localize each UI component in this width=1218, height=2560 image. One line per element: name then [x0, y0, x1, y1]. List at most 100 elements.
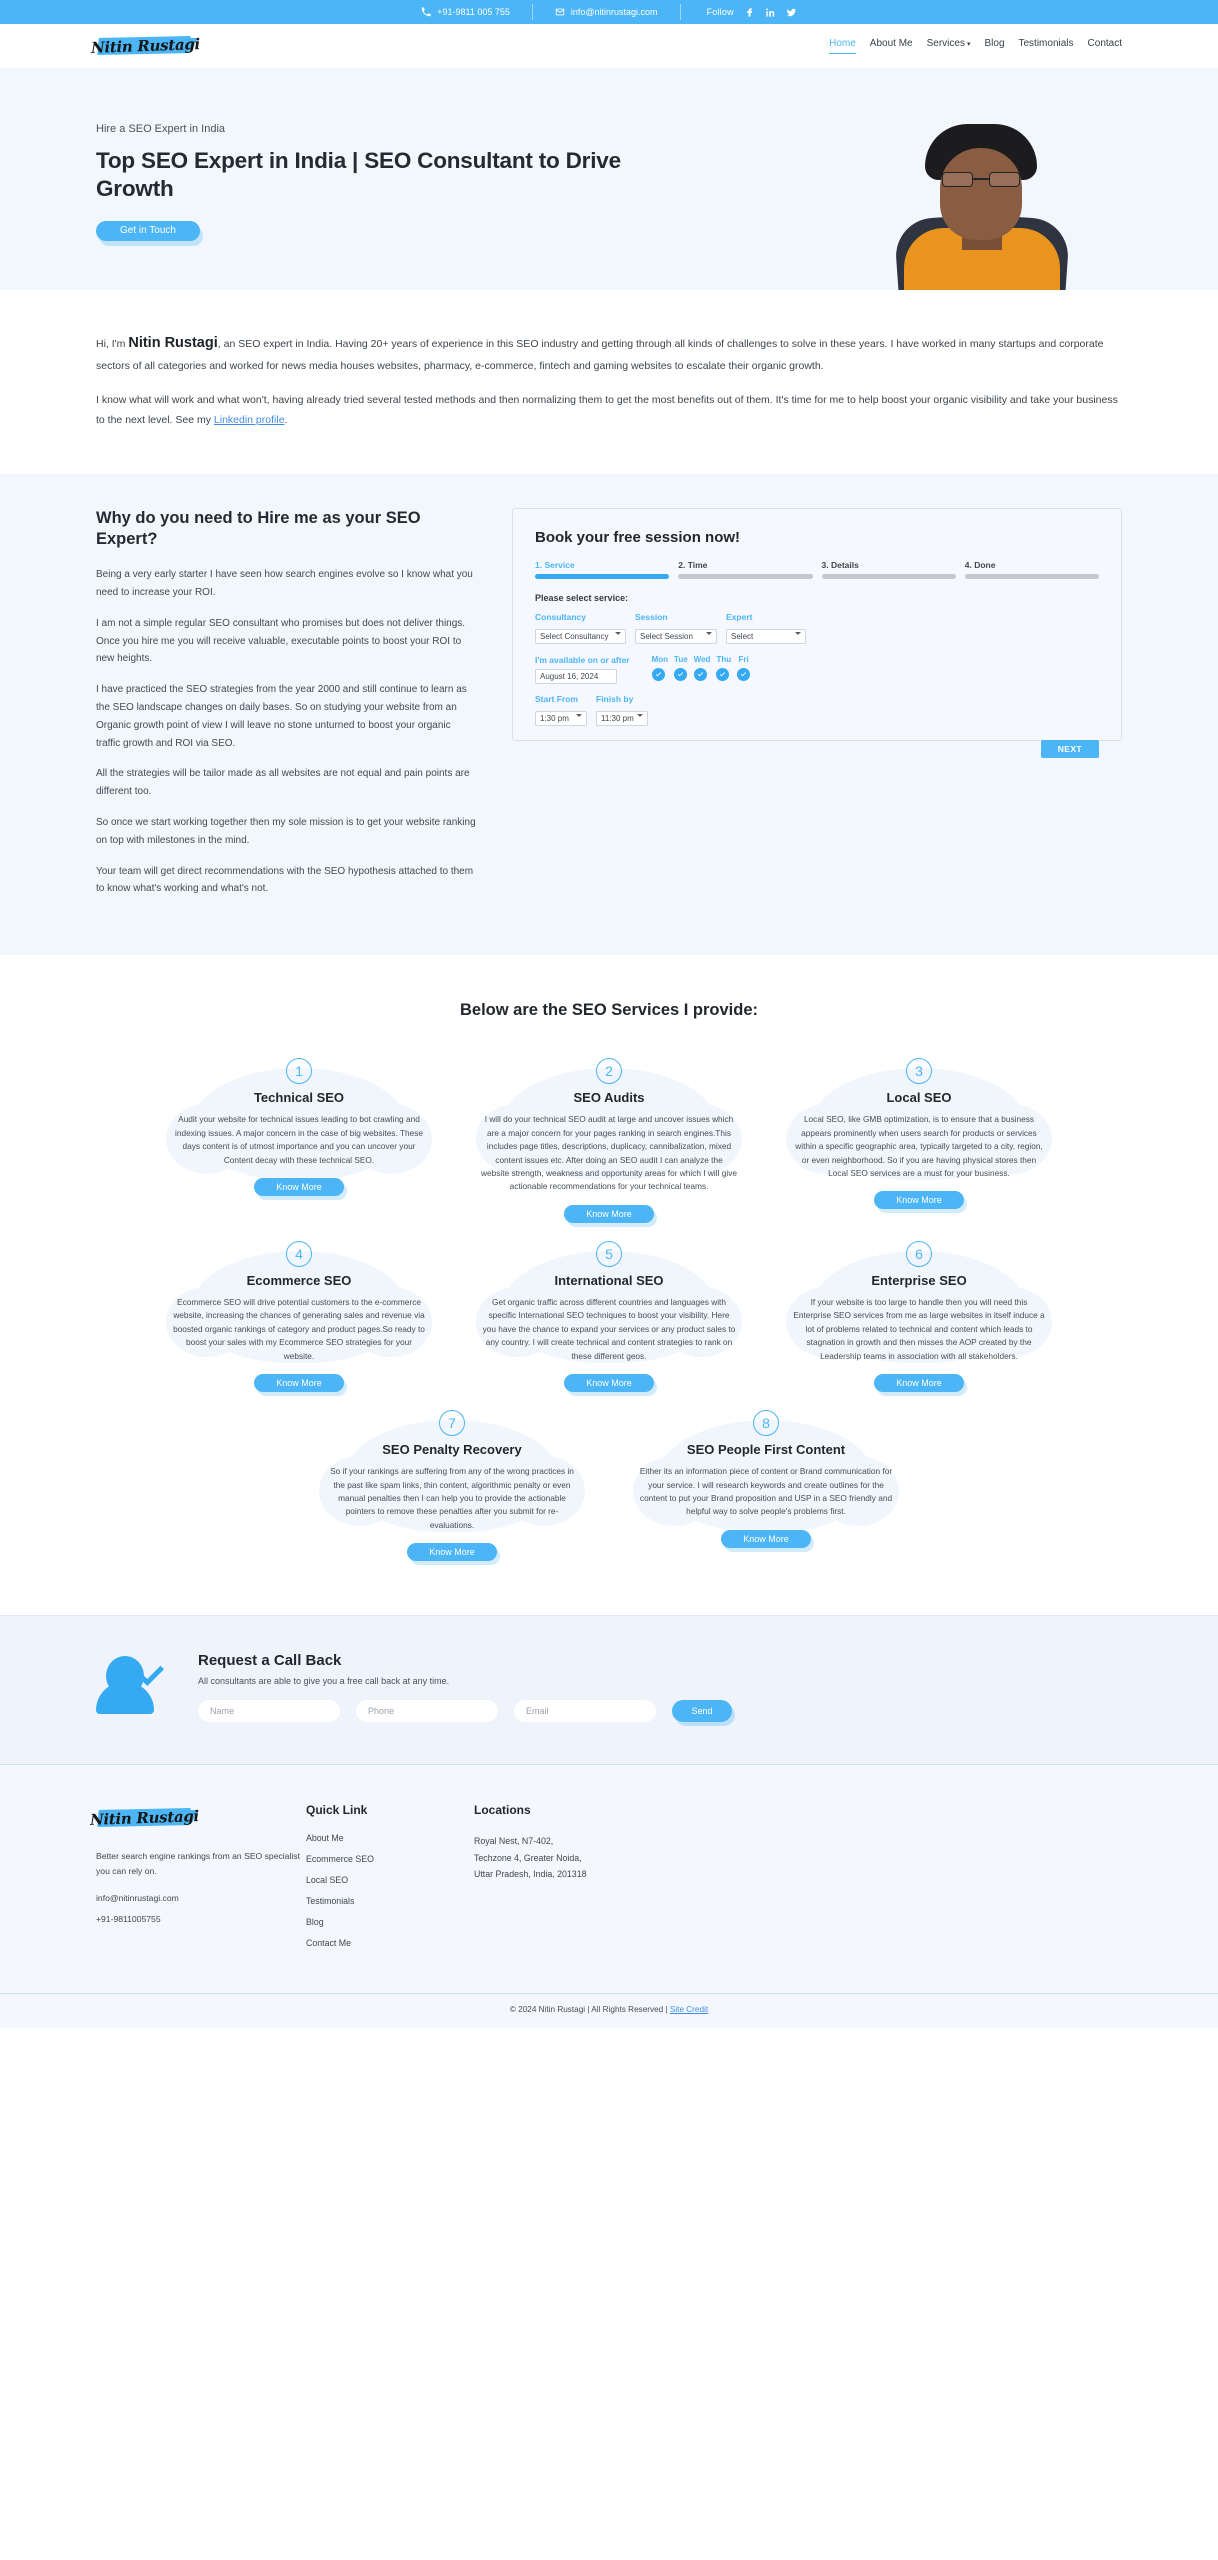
- callback-title: Request a Call Back: [198, 1652, 342, 1670]
- booking-step-1[interactable]: 1. Service: [535, 560, 670, 580]
- request-callback-section: Request a Call Back All consultants are …: [0, 1615, 1218, 1765]
- site-credit-link[interactable]: Site Credit: [670, 2005, 708, 2014]
- consultancy-field: Consultancy Select Consultancy: [535, 612, 626, 645]
- know-more-button-1[interactable]: Know More: [254, 1178, 344, 1196]
- weekday-tue-label: Tue: [674, 655, 688, 665]
- why-hire-section: Why do you need to Hire me as your SEO E…: [0, 474, 1218, 956]
- session-select[interactable]: Select Session: [635, 629, 717, 645]
- weekday-mon-checkbox[interactable]: [651, 668, 665, 682]
- email-group[interactable]: info@nitinrustagi.com: [533, 4, 681, 20]
- nav-item-home[interactable]: Home: [829, 38, 856, 54]
- expert-select-wrap: Select: [726, 626, 806, 645]
- footer-quick-link-heading: Quick Link: [306, 1803, 368, 1818]
- nav-item-services-label: Services: [926, 38, 965, 49]
- booking-next-button[interactable]: NEXT: [1040, 740, 1099, 759]
- booking-step-3[interactable]: 3. Details: [821, 560, 956, 580]
- intro-section: Hi, I'm Nitin Rustagi, an SEO expert in …: [0, 290, 1218, 475]
- footer-address: Royal Nest, N7-402, Techzone 4, Greater …: [474, 1833, 774, 1882]
- nav-links: Home About Me Services ▾ Blog Testimonial…: [829, 38, 1122, 54]
- footer-logo[interactable]: Nitin Rustagi: [89, 1803, 198, 1833]
- footer-link-blog[interactable]: Blog: [306, 1917, 474, 1927]
- callback-form: Send: [198, 1700, 1122, 1723]
- site-logo[interactable]: Nitin Rustagi: [90, 31, 199, 61]
- facebook-icon[interactable]: [744, 7, 755, 18]
- footer-phone[interactable]: +91-9811005755: [96, 1914, 306, 1924]
- footer-email[interactable]: info@nitinrustagi.com: [96, 1893, 306, 1903]
- booking-step-3-bar: [821, 574, 956, 580]
- why-paragraph-2: I am not a simple regular SEO consultant…: [96, 617, 466, 665]
- consultancy-select[interactable]: Select Consultancy: [535, 629, 626, 645]
- nav-item-blog[interactable]: Blog: [984, 38, 1004, 54]
- finish-by-select[interactable]: 11:30 pm: [596, 711, 648, 727]
- weekday-wed-checkbox[interactable]: [693, 668, 707, 682]
- services-heading: Below are the SEO Services I provide:: [459, 1001, 759, 1020]
- footer-address-line-1: Royal Nest, N7-402,: [474, 1836, 554, 1847]
- linkedin-profile-link[interactable]: Linkedin profile: [214, 414, 285, 426]
- know-more-button-5[interactable]: Know More: [564, 1374, 654, 1393]
- weekday-tue-checkbox[interactable]: [674, 668, 688, 682]
- hero-section: Hire a SEO Expert in India Top SEO Exper…: [0, 68, 1218, 290]
- callback-send-button[interactable]: Send: [672, 1700, 732, 1723]
- start-from-label: Start From: [535, 694, 578, 705]
- nav-item-services[interactable]: Services ▾: [927, 38, 971, 54]
- know-more-button-7[interactable]: Know More: [407, 1543, 497, 1562]
- booking-form-card: Book your free session now! 1. Service 2…: [512, 508, 1122, 759]
- callback-content: Request a Call Back All consultants are …: [198, 1650, 1122, 1723]
- phone-icon: [421, 7, 431, 17]
- available-date-input[interactable]: [535, 669, 617, 685]
- know-more-button-2[interactable]: Know More: [564, 1204, 654, 1223]
- footer-link-local-seo[interactable]: Local SEO: [306, 1875, 474, 1885]
- weekday-fri: Fri: [737, 655, 751, 682]
- why-paragraph-4: All the strategies will be tailor made a…: [96, 768, 470, 798]
- service-card-seo-audits: 2 SEO Audits I will do your technical SE…: [473, 1054, 745, 1223]
- services-row-2: 4 Ecommerce SEO Ecommerce SEO will drive…: [0, 1237, 1218, 1393]
- know-more-button-4[interactable]: Know More: [254, 1374, 344, 1393]
- nav-item-about-me[interactable]: About Me: [870, 38, 913, 54]
- footer-brand-column: Nitin Rustagi Better search engine ranki…: [89, 1803, 306, 1959]
- expert-field: Expert Select: [726, 612, 806, 645]
- service-card-ecommerce-seo: 4 Ecommerce SEO Ecommerce SEO will drive…: [163, 1237, 435, 1393]
- callback-name-input[interactable]: [198, 1700, 340, 1723]
- know-more-button-8[interactable]: Know More: [721, 1529, 811, 1548]
- get-in-touch-button[interactable]: Get in Touch: [96, 220, 200, 241]
- footer-link-contact-me[interactable]: Contact Me: [306, 1938, 474, 1948]
- twitter-icon[interactable]: [786, 7, 797, 18]
- footer-link-ecommerce-seo[interactable]: Ecommerce SEO: [306, 1854, 474, 1864]
- service-number-4: 4: [286, 1240, 312, 1267]
- booking-step-4[interactable]: 4. Done: [964, 560, 1099, 580]
- finish-by-label: Finish by: [596, 694, 634, 705]
- weekday-mon-label: Mon: [651, 655, 669, 665]
- callback-phone-input[interactable]: [356, 1700, 498, 1723]
- phone-number: +91-9811 005 755: [437, 7, 510, 17]
- weekday-fri-checkbox[interactable]: [737, 668, 751, 682]
- footer-link-testimonials[interactable]: Testimonials: [306, 1896, 474, 1906]
- know-more-button-3[interactable]: Know More: [874, 1191, 964, 1210]
- service-title-2: SEO Audits: [573, 1090, 645, 1106]
- service-title-1: Technical SEO: [253, 1090, 345, 1106]
- service-desc-6: If your website is too large to handle t…: [793, 1296, 1045, 1361]
- expert-select[interactable]: Select: [726, 629, 806, 645]
- intro-paragraph-1-rest: , an SEO expert in India. Having 20+ yea…: [96, 338, 1104, 372]
- linkedin-icon[interactable]: [765, 7, 776, 18]
- service-select-row: Consultancy Select Consultancy Session S…: [535, 612, 1099, 645]
- service-select-prompt: Please select service:: [535, 593, 629, 604]
- nav-item-contact[interactable]: Contact: [1088, 38, 1122, 54]
- nav-item-testimonials[interactable]: Testimonials: [1019, 38, 1074, 54]
- copyright-bar: © 2024 Nitin Rustagi | All Rights Reserv…: [0, 1993, 1218, 2029]
- booking-step-2-label: 2. Time: [678, 560, 708, 571]
- session-label: Session: [635, 612, 668, 623]
- intro-paragraph-1: Hi, I'm Nitin Rustagi, an SEO expert in …: [96, 330, 1122, 376]
- service-title-4: Ecommerce SEO: [246, 1272, 352, 1288]
- start-from-select[interactable]: 1:30 pm: [535, 711, 587, 727]
- weekday-thu-checkbox[interactable]: [716, 668, 730, 682]
- availability-row: I'm available on or after Mon Tue Wed Th…: [535, 655, 1099, 685]
- logo-text: Nitin Rustagi: [90, 35, 200, 57]
- why-paragraph-6: Your team will get direct recommendation…: [96, 865, 474, 895]
- phone-group[interactable]: +91-9811 005 755: [399, 4, 533, 20]
- callback-email-input[interactable]: [514, 1700, 656, 1723]
- know-more-button-6[interactable]: Know More: [874, 1374, 964, 1393]
- booking-step-2[interactable]: 2. Time: [678, 560, 813, 580]
- available-label: I'm available on or after: [535, 655, 630, 666]
- footer-tagline: Better search engine rankings from an SE…: [96, 1851, 300, 1877]
- footer-link-about-me[interactable]: About Me: [306, 1833, 474, 1843]
